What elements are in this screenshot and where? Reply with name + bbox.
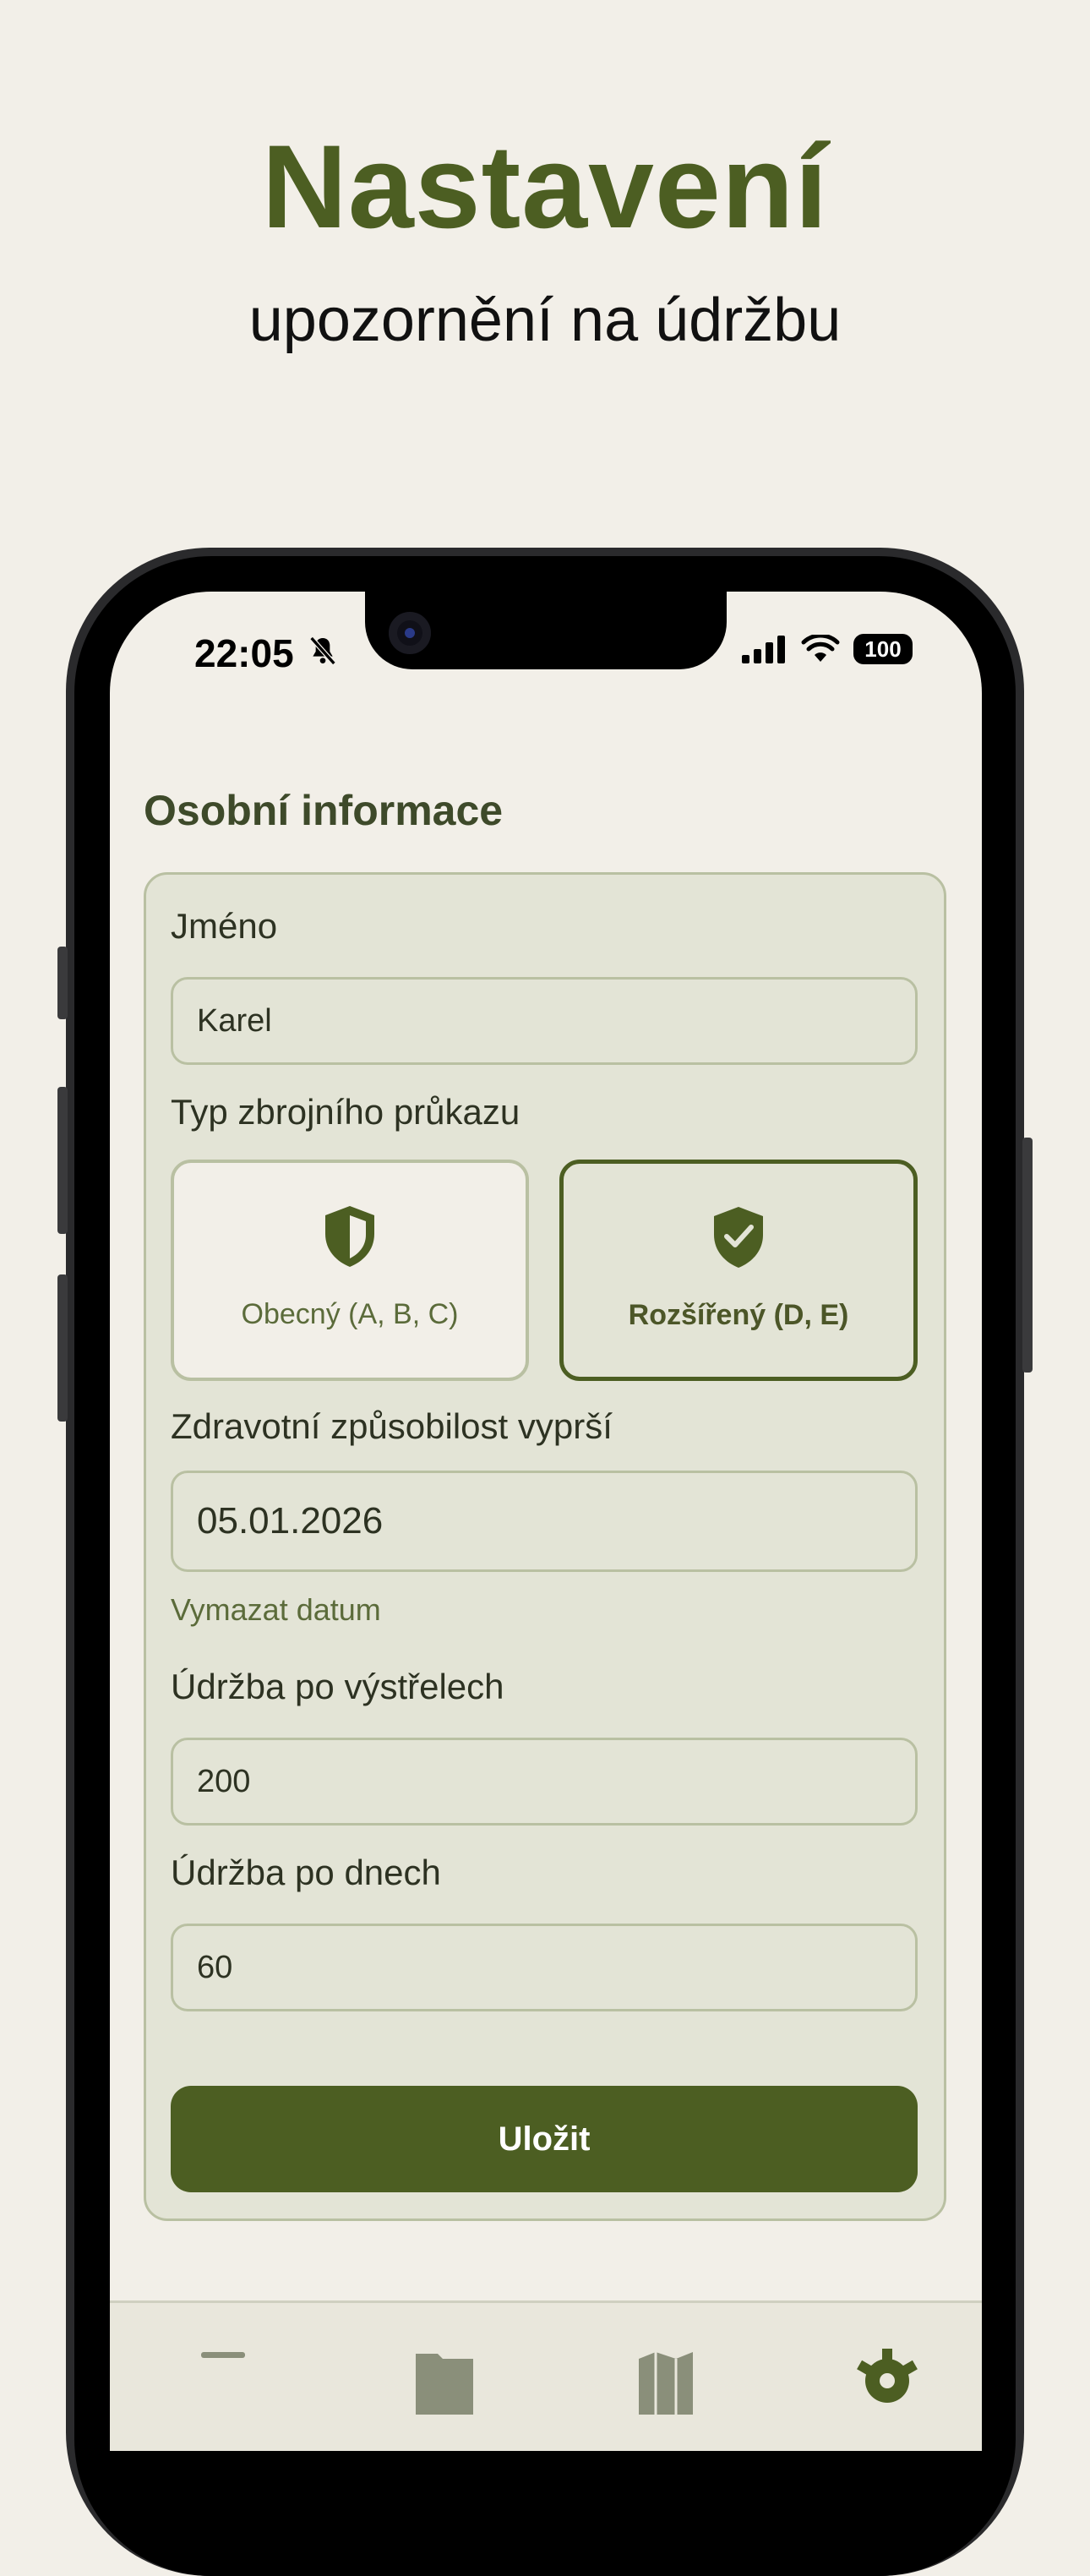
tab-bar — [110, 2300, 982, 2451]
bell-slash-icon — [309, 636, 336, 665]
license-option-general-label: Obecný (A, B, C) — [241, 1298, 459, 1330]
shots-maintenance-label: Údržba po výstřelech — [171, 1667, 504, 1706]
license-type-label: Typ zbrojního průkazu — [171, 1092, 520, 1132]
health-expiry-label: Zdravotní způsobilost vyprší — [171, 1406, 613, 1446]
app-screen: 22:05 100 Osobní informace Jméno Karel T… — [110, 592, 982, 2451]
folder-icon[interactable] — [411, 2347, 478, 2415]
wifi-icon — [801, 635, 840, 662]
status-icons: 100 — [742, 634, 913, 664]
save-button[interactable]: Uložit — [171, 2086, 918, 2192]
hero-title: Nastavení — [261, 120, 829, 253]
clear-date-link[interactable]: Vymazat datum — [171, 1592, 381, 1628]
status-time: 22:05 — [194, 631, 294, 675]
license-option-extended[interactable]: Rozšířený (D, E) — [559, 1160, 918, 1381]
shots-maintenance-input[interactable]: 200 — [171, 1738, 918, 1826]
phone-volume-down-button — [57, 1274, 68, 1422]
phone-volume-up-button — [57, 1087, 68, 1234]
days-maintenance-label: Údržba po dnech — [171, 1853, 441, 1892]
name-input[interactable]: Karel — [171, 977, 918, 1065]
phone-action-button — [57, 947, 68, 1019]
gear-icon[interactable] — [853, 2347, 921, 2415]
front-camera — [389, 612, 431, 654]
map-icon[interactable] — [632, 2347, 700, 2415]
signal-icon — [742, 636, 785, 663]
shield-check-icon — [714, 1207, 763, 1268]
license-option-general[interactable]: Obecný (A, B, C) — [171, 1160, 529, 1381]
license-option-extended-label: Rozšířený (D, E) — [628, 1299, 849, 1331]
phone-power-button — [1022, 1138, 1033, 1373]
hero-subtitle: upozornění na údržbu — [248, 287, 842, 354]
health-expiry-date-field[interactable]: 05.01.2026 — [171, 1471, 918, 1572]
battery-icon: 100 — [853, 634, 913, 664]
shield-half-icon — [325, 1206, 374, 1267]
name-label: Jméno — [171, 906, 278, 946]
list-icon[interactable] — [189, 2347, 257, 2415]
days-maintenance-input[interactable]: 60 — [171, 1924, 918, 2011]
section-title: Osobní informace — [144, 787, 504, 834]
